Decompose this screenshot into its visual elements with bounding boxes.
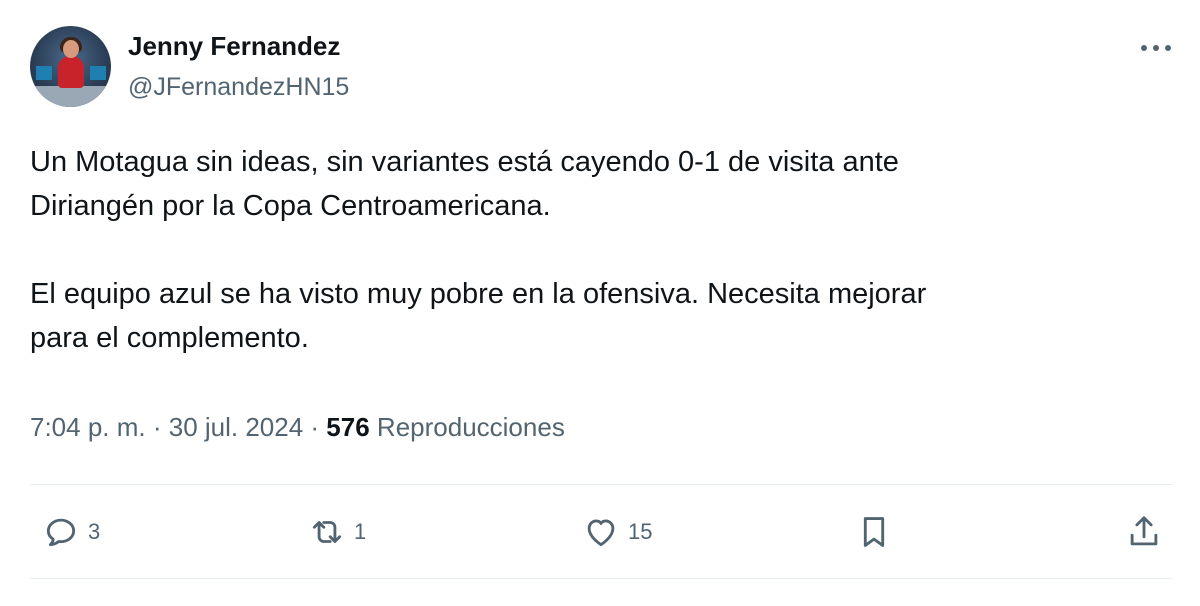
- avatar[interactable]: [30, 26, 111, 107]
- heart-icon: [587, 519, 615, 547]
- tweet-text: Un Motagua sin ideas, sin variantes está…: [30, 146, 927, 354]
- more-options-button[interactable]: [1138, 38, 1174, 58]
- views-count: 576: [326, 412, 370, 442]
- bookmark-icon: [863, 517, 885, 547]
- retweet-count: 1: [354, 519, 367, 544]
- retweet-button[interactable]: 1: [308, 512, 366, 552]
- retweet-icon: [312, 521, 342, 543]
- avatar-bg-screen-left: [36, 66, 52, 80]
- more-horizontal-icon: [1141, 45, 1171, 51]
- tweet-date[interactable]: 30 jul. 2024: [169, 412, 303, 442]
- share-icon: [1130, 516, 1158, 546]
- avatar-bg-screen-right: [90, 66, 106, 80]
- like-button[interactable]: 15: [582, 512, 652, 552]
- author-handle[interactable]: @JFernandezHN15: [128, 73, 349, 102]
- author-name[interactable]: Jenny Fernandez: [128, 31, 340, 62]
- like-count: 15: [628, 519, 653, 544]
- bookmark-button[interactable]: [855, 512, 893, 552]
- reply-count: 3: [88, 519, 101, 544]
- avatar-person-head: [63, 40, 79, 58]
- tweet-time[interactable]: 7:04 p. m.: [30, 412, 146, 442]
- avatar-desk: [30, 86, 111, 107]
- divider-bottom: [30, 578, 1172, 579]
- views-label: Reproducciones: [376, 412, 565, 442]
- meta-separator: ·: [145, 412, 169, 442]
- reply-button[interactable]: 3: [42, 512, 100, 552]
- meta-separator: ·: [303, 412, 327, 442]
- tweet-meta: 7:04 p. m. · 30 jul. 2024 · 576 Reproduc…: [30, 412, 565, 443]
- divider-top: [30, 484, 1172, 485]
- reply-icon: [46, 518, 76, 547]
- avatar-person-body: [58, 56, 84, 88]
- share-button[interactable]: [1125, 512, 1163, 552]
